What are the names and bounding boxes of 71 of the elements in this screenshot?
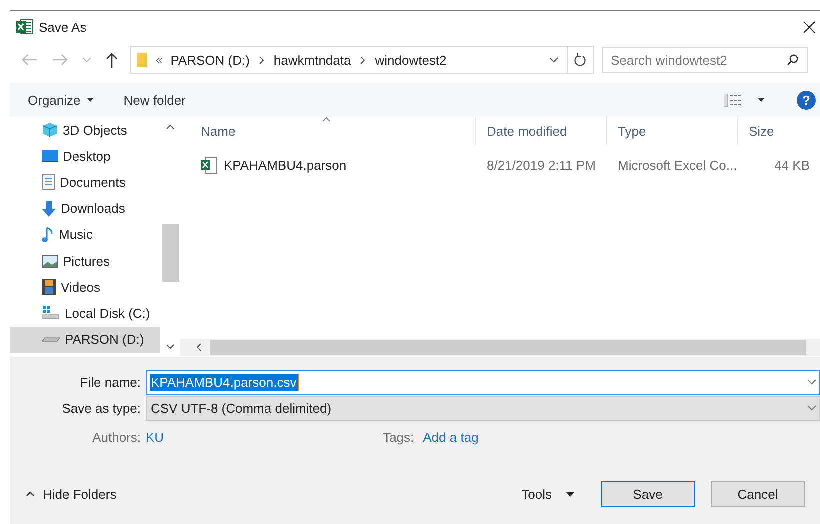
spreadsheet-app-icon	[16, 19, 34, 35]
close-icon[interactable]	[803, 20, 816, 34]
chevron-right-icon[interactable]	[360, 56, 366, 64]
add-tag-link[interactable]: Add a tag	[423, 430, 479, 444]
cube-icon	[42, 122, 58, 138]
spreadsheet-file-icon	[201, 156, 218, 174]
breadcrumb-item[interactable]: windowtest2	[375, 52, 447, 68]
sidebar-item[interactable]: Downloads	[10, 196, 160, 222]
file-name-field[interactable]: KPAHAMBU4.parson.csv	[146, 370, 820, 394]
column-header[interactable]: Type	[607, 117, 738, 145]
authors-link[interactable]: KU	[146, 430, 164, 444]
file-type-dropdown[interactable]: CSV UTF-8 (Comma delimited)	[146, 396, 820, 420]
sidebar-item[interactable]: Videos	[10, 274, 160, 300]
sidebar-item[interactable]: Documents	[10, 169, 160, 196]
sidebar-item[interactable]: Desktop	[10, 143, 160, 170]
caret-icon[interactable]	[758, 98, 765, 102]
sidebar-item[interactable]: Music	[10, 222, 160, 248]
desktop-icon	[42, 150, 58, 163]
document-icon	[42, 174, 55, 190]
scroll-left-icon[interactable]	[196, 343, 202, 352]
new-folder-button[interactable]: New folder	[124, 90, 186, 110]
breadcrumb-item[interactable]: hawkmtndata	[274, 52, 352, 68]
picture-icon	[42, 254, 58, 268]
chevron-right-icon[interactable]	[258, 56, 265, 64]
sort-caret-icon	[322, 117, 331, 122]
search-icon	[787, 54, 799, 66]
folder-icon	[136, 52, 148, 68]
refresh-icon[interactable]	[574, 53, 587, 67]
scroll-down-icon[interactable]	[166, 344, 174, 350]
breadcrumb-item[interactable]: PARSON (D:)	[170, 52, 250, 68]
view-list-icon[interactable]	[724, 94, 742, 106]
chevron-down-icon[interactable]	[807, 379, 817, 385]
column-header[interactable]: Name	[190, 117, 476, 145]
field-label: Tags:	[383, 430, 414, 444]
field-label: File name:	[79, 374, 142, 390]
music-note-icon	[42, 226, 54, 243]
sidebar-item[interactable]: PARSON (D:)	[10, 326, 160, 353]
window-title: Save As	[39, 20, 87, 34]
help-button[interactable]: ?	[797, 90, 816, 110]
up-arrow-icon[interactable]	[106, 52, 118, 68]
drive-icon	[42, 336, 60, 343]
sidebar-item[interactable]: Pictures	[10, 248, 160, 274]
file-name-cell[interactable]: KPAHAMBU4.parson	[224, 158, 347, 172]
column-header[interactable]: Date modified	[476, 117, 607, 145]
sidebar-item[interactable]: 3D Objects	[10, 117, 160, 144]
search-field[interactable]: Search windowtest2	[602, 47, 808, 73]
scrollbar-thumb[interactable]	[162, 224, 178, 282]
organize-menu-button[interactable]: Organize	[28, 90, 94, 110]
overflow-chevron[interactable]: «	[156, 53, 163, 67]
scrollbar-thumb[interactable]	[210, 340, 806, 355]
drive-icon	[42, 306, 60, 320]
tools-menu-button[interactable]: Tools	[516, 486, 581, 502]
date-cell-text: 8/21/2019 2:11 PM	[486, 158, 597, 172]
sidebar-item[interactable]: Local Disk (C:)	[10, 300, 160, 326]
field-label: Save as type:	[61, 400, 142, 416]
column-header[interactable]: Size	[738, 117, 810, 145]
scroll-up-icon[interactable]	[166, 124, 174, 130]
field-label: Authors:	[92, 430, 142, 444]
caret-icon	[86, 98, 94, 102]
save-button[interactable]: Save	[601, 481, 695, 507]
cancel-button[interactable]: Cancel	[711, 481, 805, 507]
chevron-up-icon	[26, 491, 35, 497]
hide-folders-button[interactable]: Hide Folders	[20, 486, 123, 502]
chevron-down-icon	[807, 405, 817, 411]
address-bar[interactable]: « PARSON (D:) hawkmtndata windowtest2	[130, 46, 594, 74]
film-strip-icon	[42, 279, 56, 296]
caret-icon	[566, 492, 575, 496]
download-arrow-icon	[42, 200, 56, 217]
chevron-down-icon[interactable]	[549, 57, 559, 63]
type-cell-text: Microsoft Excel Co...	[617, 158, 738, 172]
size-cell-text: 44 KB	[774, 158, 810, 172]
